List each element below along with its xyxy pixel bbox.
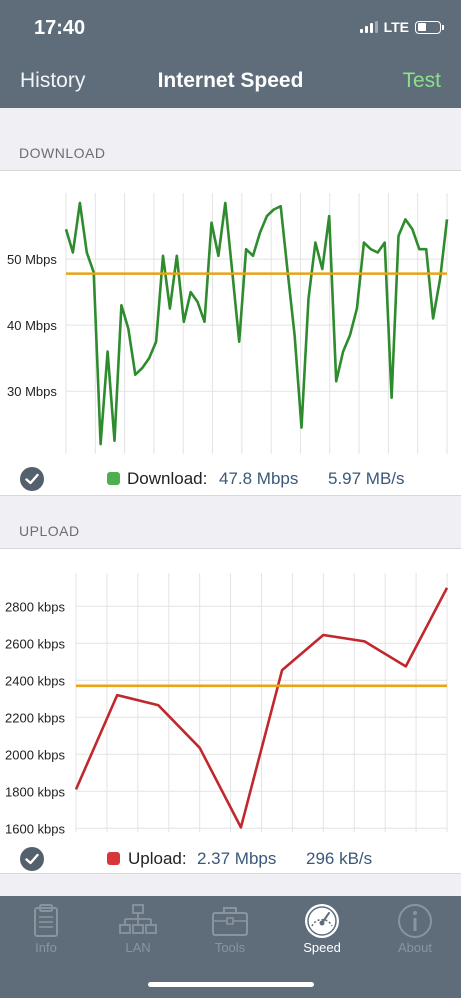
download-section-header: DOWNLOAD <box>19 145 106 161</box>
upload-swatch <box>107 852 120 865</box>
page-title: Internet Speed <box>157 69 304 92</box>
download-tick-label: 30 Mbps <box>7 384 57 399</box>
download-legend: Download: 47.8 Mbps 5.97 MB/s <box>0 464 461 494</box>
upload-tick-label: 2000 kbps <box>5 747 65 762</box>
status-bar: 17:40 LTE <box>0 0 461 56</box>
upload-panel: 1600 kbps 1800 kbps 2000 kbps 2200 kbps 2400… <box>0 548 461 874</box>
upload-tick-label: 1600 kbps <box>5 821 65 836</box>
tab-about[interactable]: About <box>369 896 461 966</box>
upload-section-header: UPLOAD <box>19 523 80 539</box>
speedometer-icon <box>305 904 339 938</box>
upload-tick-label: 2800 kbps <box>5 599 65 614</box>
info-icon <box>398 904 432 938</box>
download-bytes: 5.97 MB/s <box>328 469 405 488</box>
network-type: LTE <box>383 19 409 35</box>
signal-icon <box>359 21 378 33</box>
download-swatch <box>107 472 120 485</box>
status-time: 17:40 <box>34 17 86 39</box>
upload-legend: Upload: 2.37 Mbps 296 kB/s <box>0 844 461 874</box>
tab-label: Tools <box>214 940 246 955</box>
tab-speed[interactable]: Speed <box>276 896 368 966</box>
upload-speed: 2.37 Mbps <box>197 849 277 868</box>
download-legend-label: Download: <box>127 469 208 488</box>
download-tick-label: 40 Mbps <box>7 318 57 333</box>
download-speed: 47.8 Mbps <box>219 469 299 488</box>
toolbox-icon <box>212 907 248 936</box>
navigation-bar: History Internet Speed Test <box>0 56 461 108</box>
tab-label: LAN <box>125 940 151 955</box>
download-panel: 30 Mbps 40 Mbps 50 Mbps Download: 47.8 Mbp… <box>0 170 461 496</box>
tab-info[interactable]: Info <box>0 896 92 966</box>
upload-tick-label: 2600 kbps <box>5 636 65 651</box>
download-chart: 30 Mbps 40 Mbps 50 Mbps <box>7 193 449 454</box>
upload-chart: 1600 kbps 1800 kbps 2000 kbps 2200 kbps 2400… <box>5 573 449 836</box>
download-tick-label: 50 Mbps <box>7 252 57 267</box>
upload-tick-label: 1800 kbps <box>5 784 65 799</box>
tab-lan[interactable]: LAN <box>92 896 184 966</box>
tab-label: Info <box>35 940 57 955</box>
upload-tick-label: 2200 kbps <box>5 710 65 725</box>
upload-legend-label: Upload: <box>128 849 187 868</box>
tab-tools[interactable]: Tools <box>184 896 276 966</box>
status-indicators: LTE <box>359 19 444 35</box>
upload-bytes: 296 kB/s <box>306 849 373 868</box>
tab-label: Speed <box>303 940 341 955</box>
network-icon <box>119 904 157 934</box>
document-icon <box>34 904 58 937</box>
checkmark-icon[interactable] <box>20 847 44 871</box>
download-series-line <box>64 201 449 446</box>
checkmark-icon[interactable] <box>20 467 44 491</box>
tab-label: About <box>398 940 432 955</box>
home-indicator <box>148 982 314 987</box>
upload-tick-label: 2400 kbps <box>5 673 65 688</box>
battery-icon <box>415 20 444 34</box>
test-button[interactable]: Test <box>402 69 441 93</box>
